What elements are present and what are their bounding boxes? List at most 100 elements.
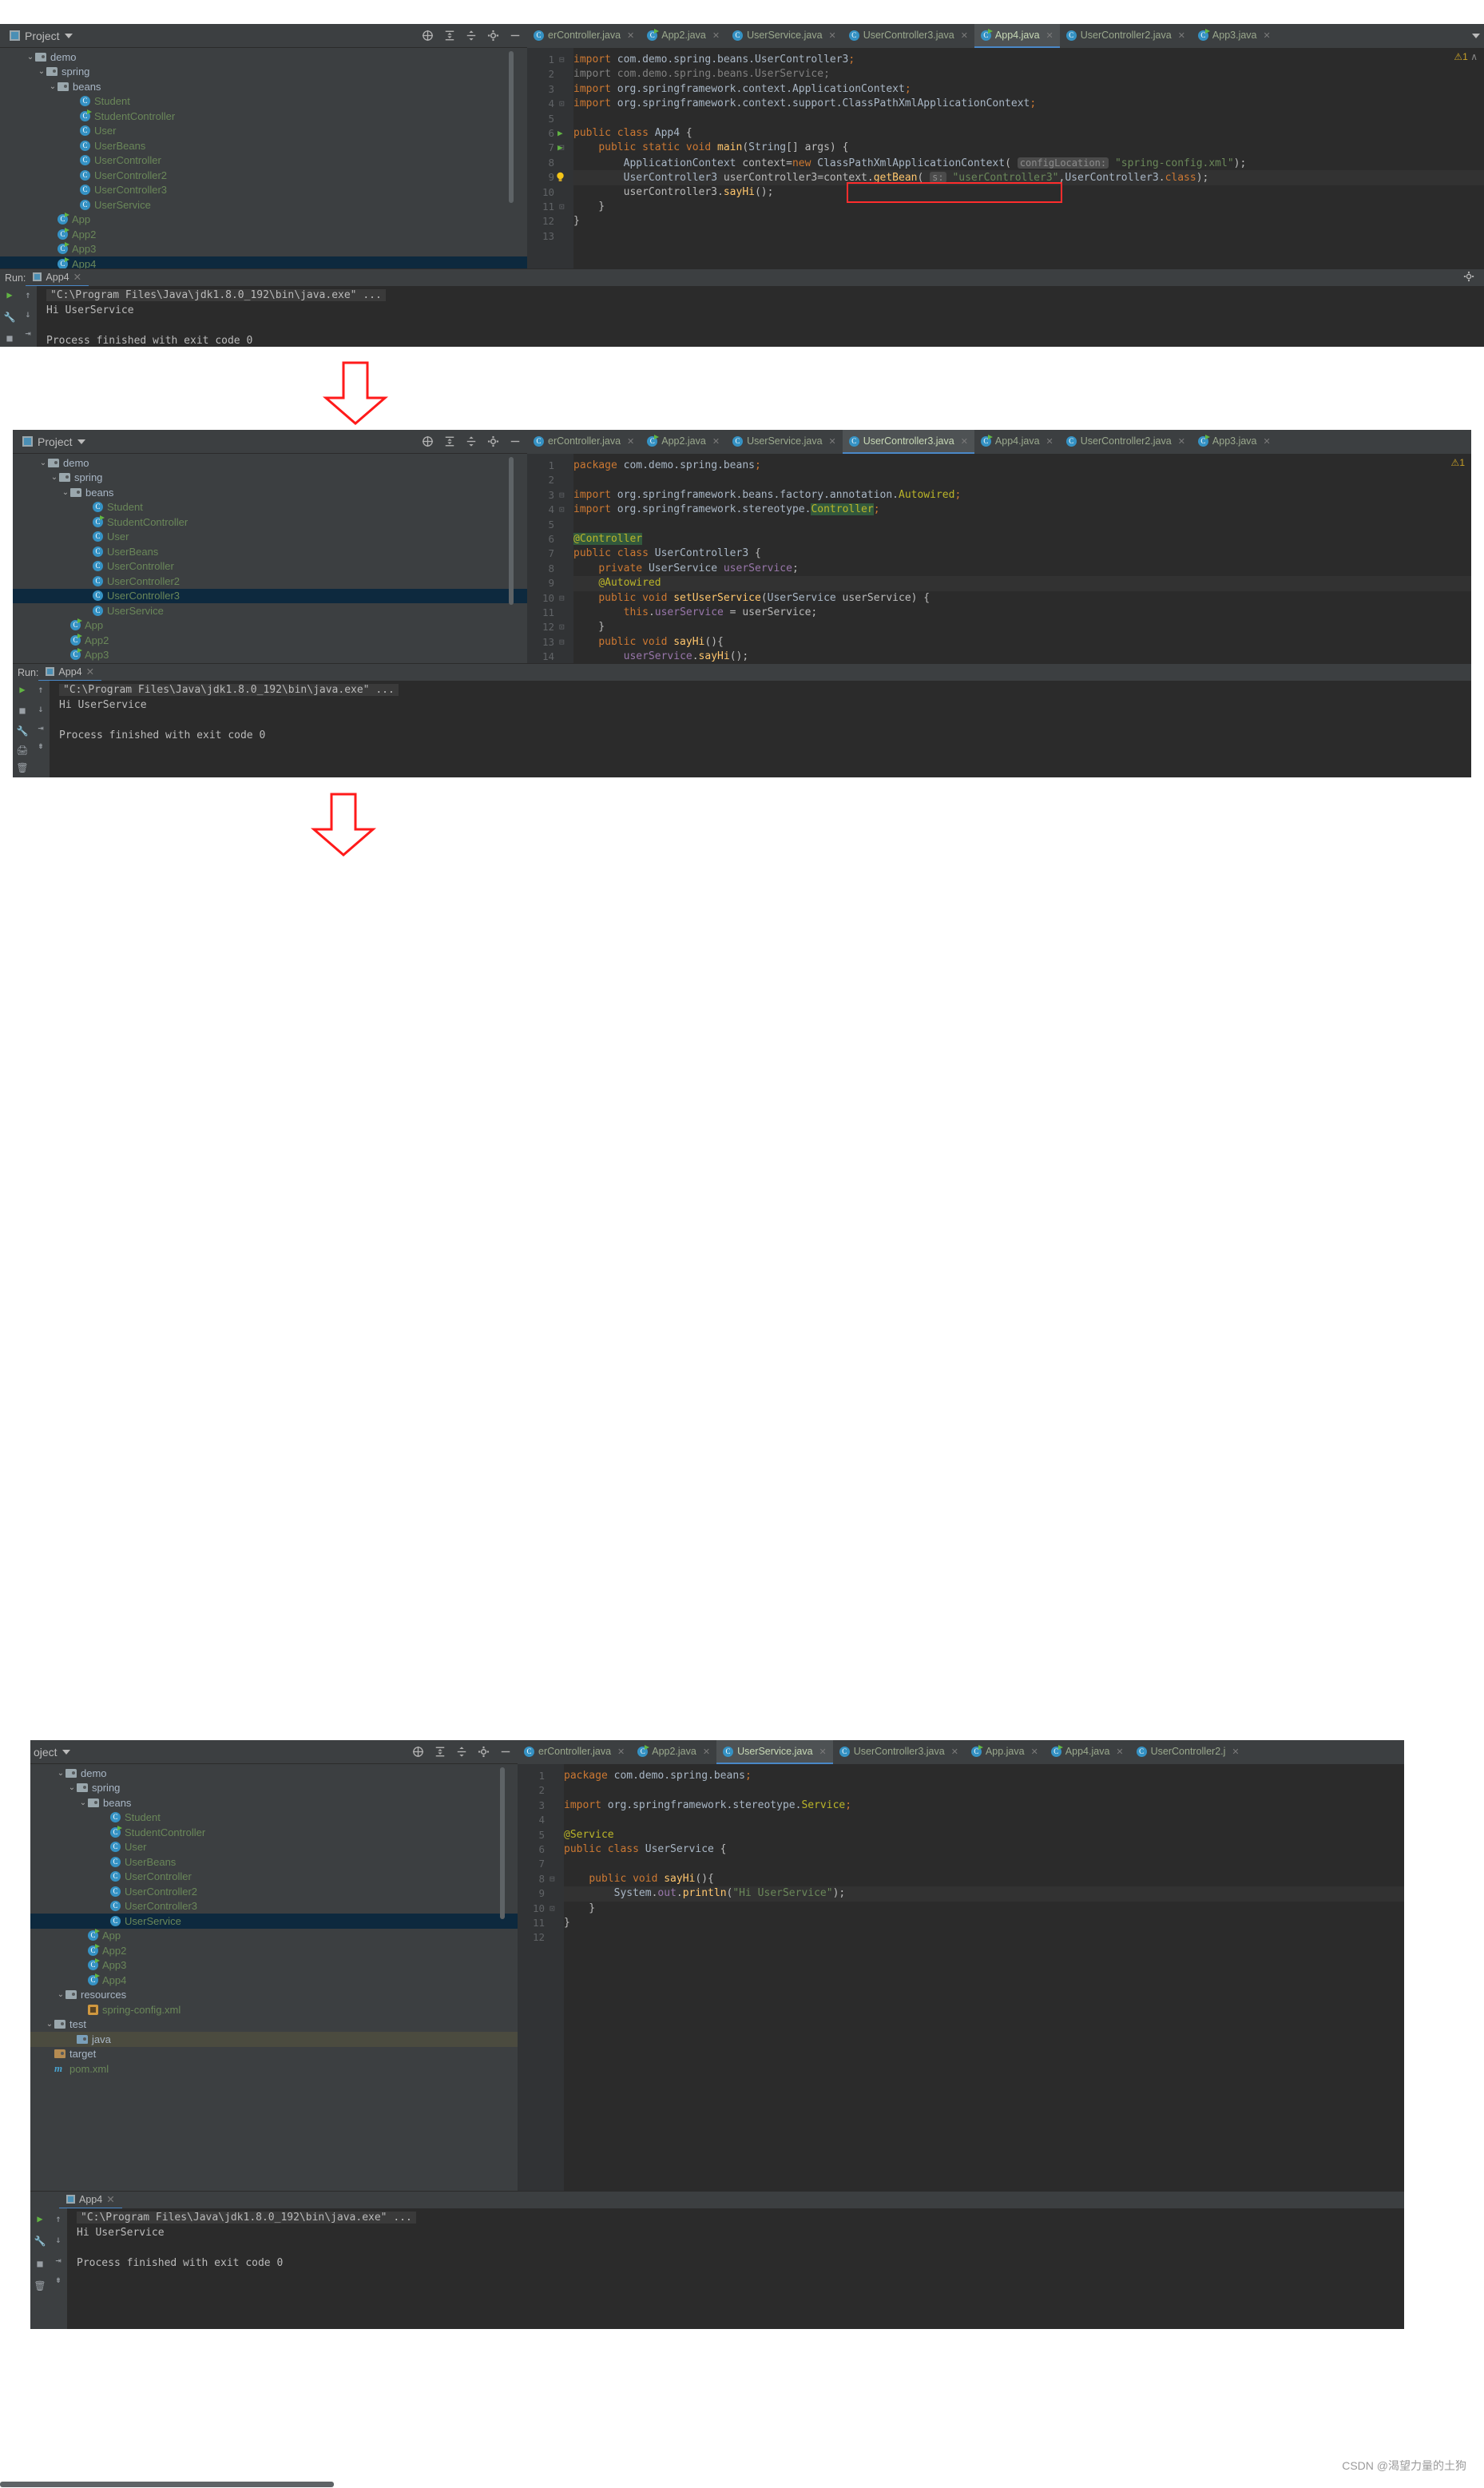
gear-icon[interactable]: [1463, 271, 1484, 284]
scroll-to-end-icon[interactable]: ⇟: [32, 740, 50, 751]
close-icon[interactable]: ✕: [86, 666, 94, 678]
code-line[interactable]: 13 ⊟ public void sayHi(){: [542, 635, 1471, 650]
chevron-icon[interactable]: ⌄: [61, 488, 70, 497]
code-lines-2[interactable]: 1 package com.demo.spring.beans; 2 3 ⊟ import…: [542, 454, 1471, 663]
close-icon[interactable]: ✕: [1178, 30, 1185, 41]
stop-icon[interactable]: ■: [30, 2258, 50, 2269]
code-line[interactable]: 9 UserController3 userController3=contex…: [548, 170, 1484, 185]
trash-icon[interactable]: 🗑: [30, 2280, 50, 2291]
tree-scrollbar-2[interactable]: [509, 457, 514, 605]
run-console-3[interactable]: ▶ 🔧 ■ 🗑 ↑ ↓ ⇥ ⇟ "C:\Program Files\Java\j…: [30, 2208, 1404, 2329]
code-line[interactable]: 10 ⊟ public void setUserService(UserServi…: [542, 591, 1471, 606]
chevron-icon[interactable]: ⌄: [48, 82, 58, 91]
close-icon[interactable]: ✕: [703, 1747, 710, 1757]
tree-item-user[interactable]: ›CUser: [30, 1840, 518, 1855]
tree-item-pom-xml[interactable]: ›mpom.xml: [30, 2061, 518, 2077]
run-tab-1[interactable]: App4 ✕: [26, 269, 89, 287]
tree-item-app2[interactable]: ›CApp2: [30, 1943, 518, 1958]
editor-tab-userservice-java[interactable]: C UserService.java ✕: [716, 1740, 833, 1764]
expand-all-icon[interactable]: [444, 30, 455, 42]
tree-item-spring[interactable]: ⌄ spring: [13, 471, 527, 486]
code-line[interactable]: 5 @Service: [538, 1828, 1404, 1842]
project-tree-3[interactable]: ⌄demo⌄spring⌄beans›CStudent›CStudentCont…: [30, 1764, 518, 2191]
code-line[interactable]: 2 import com.demo.spring.beans.UserServic…: [548, 67, 1484, 81]
editor-tab-app4-java[interactable]: C App4.java ✕: [974, 24, 1060, 48]
tree-item-app[interactable]: ›CApp: [30, 1929, 518, 1944]
fold-end-icon[interactable]: ⊡: [559, 503, 565, 517]
code-line[interactable]: 4 ⊡ import org.springframework.context.sup…: [548, 97, 1484, 111]
page-horizontal-scrollbar[interactable]: [0, 2482, 334, 2487]
scroll-to-end-icon[interactable]: ⇟: [50, 2274, 67, 2285]
tree-item-app3[interactable]: ›CApp3: [0, 242, 527, 257]
tree-item-beans[interactable]: ⌄ beans: [30, 1795, 518, 1810]
tree-item-spring[interactable]: ⌄ spring: [0, 65, 527, 80]
run-gutter-icon[interactable]: ▶: [557, 141, 563, 155]
project-panel-title-1[interactable]: Project: [0, 30, 73, 42]
gear-icon[interactable]: [487, 435, 499, 447]
chevron-icon[interactable]: ⌄: [50, 473, 59, 482]
code-lines-1[interactable]: 1 ⊟ import com.demo.spring.beans.UserContr…: [542, 48, 1484, 268]
code-line[interactable]: 9 System.out.println("Hi UserService");: [538, 1886, 1404, 1902]
code-line[interactable]: 4 ⊡ import org.springframework.stereotype.…: [548, 503, 1471, 517]
chevron-icon[interactable]: ⌄: [67, 1783, 77, 1792]
chevron-icon[interactable]: ⌄: [26, 53, 35, 62]
editor-tab-usercontroller3-java[interactable]: C UserController3.java ✕: [842, 430, 974, 454]
code-line[interactable]: 9 @Autowired: [548, 576, 1471, 591]
chevron-down-icon[interactable]: [62, 1749, 70, 1755]
close-icon[interactable]: ✕: [106, 2193, 114, 2205]
print-icon[interactable]: 🖨: [13, 745, 32, 756]
code-line[interactable]: 8 ⊟ public void sayHi(){: [538, 1872, 1404, 1886]
tree-item-usercontroller2[interactable]: ›CUserController2: [0, 168, 527, 183]
tree-item-usercontroller3[interactable]: ›CUserController3: [30, 1899, 518, 1914]
soft-wrap-icon[interactable]: ⇥: [50, 2255, 67, 2266]
code-line[interactable]: 3 import org.springframework.context.Appl…: [548, 82, 1484, 97]
tabs-overflow-chevron-icon[interactable]: [1468, 24, 1484, 48]
code-line[interactable]: 7 ⊟ ▶ public static void main(String[] arg…: [548, 141, 1484, 155]
fold-start-icon[interactable]: ⊟: [559, 488, 565, 503]
editor-tab-app3-java[interactable]: C App3.java ✕: [1192, 24, 1277, 48]
tree-item-student[interactable]: ›CStudent: [0, 94, 527, 109]
run-tab-2[interactable]: App4 ✕: [38, 664, 102, 682]
editor-tab-userservice-java[interactable]: C UserService.java ✕: [726, 430, 843, 454]
rerun-icon[interactable]: 🔧: [13, 725, 32, 737]
editor-tabs-3[interactable]: CerController.java ✕ C App2.java ✕ C UserServi…: [518, 1740, 1404, 1764]
tree-item-studentcontroller[interactable]: ›CStudentController: [30, 1825, 518, 1840]
editor-tab-app2-java[interactable]: C App2.java ✕: [641, 430, 726, 454]
code-line[interactable]: 7: [538, 1857, 1404, 1871]
editor-tab-usercontroller2-java[interactable]: C UserController2.java ✕: [1060, 430, 1192, 454]
close-icon[interactable]: ✕: [961, 30, 968, 41]
tree-item-test[interactable]: ⌄ test: [30, 2017, 518, 2033]
minimize-icon[interactable]: [510, 435, 521, 447]
code-line[interactable]: 6 @Controller: [548, 532, 1471, 546]
tree-item-user[interactable]: ›CUser: [0, 124, 527, 139]
arrow-down-icon[interactable]: ↓: [19, 308, 37, 320]
run-actions-toolbar-2[interactable]: ▶ ■ 🔧 🖨 🗑: [13, 681, 32, 777]
close-icon[interactable]: ✕: [1264, 30, 1271, 41]
gear-icon[interactable]: [478, 1746, 490, 1758]
close-icon[interactable]: ✕: [1046, 436, 1053, 447]
tree-item-app[interactable]: ›CApp: [13, 618, 527, 634]
editor-tabs-2[interactable]: CerController.java ✕ C App2.java ✕ C UserServi…: [527, 430, 1471, 454]
console-actions-toolbar-1[interactable]: ↑ ↓ ⇥ ⇟: [19, 286, 37, 347]
chevron-icon[interactable]: ⌄: [56, 1769, 65, 1778]
tree-item-app4[interactable]: ›CApp4: [0, 256, 527, 268]
code-line[interactable]: 13: [542, 229, 1484, 244]
expand-all-icon[interactable]: [434, 1746, 446, 1758]
arrow-down-icon[interactable]: ↓: [50, 2234, 67, 2245]
stop-icon[interactable]: ■: [13, 705, 32, 716]
chevron-icon[interactable]: ⌄: [45, 2020, 54, 2029]
code-line[interactable]: 1 package com.demo.spring.beans;: [548, 459, 1471, 473]
tree-item-student[interactable]: ›CStudent: [30, 1810, 518, 1826]
editor-tab-userservice-java[interactable]: C UserService.java ✕: [726, 24, 843, 48]
tree-item-userservice[interactable]: ›CUserService: [13, 603, 527, 618]
chevron-icon[interactable]: ⌄: [37, 67, 46, 76]
tree-item-app[interactable]: ›CApp: [0, 213, 527, 228]
editor-tab-ercontroller-java[interactable]: CerController.java ✕: [518, 1740, 631, 1764]
tree-item-usercontroller3[interactable]: ›CUserController3: [0, 183, 527, 198]
code-line[interactable]: 7 public class UserController3 {: [548, 546, 1471, 561]
code-line[interactable]: 2: [538, 1783, 1404, 1798]
code-line[interactable]: 10 ⊡ }: [533, 1902, 1404, 1916]
editor-tab-app4-java[interactable]: C App4.java ✕: [1045, 1740, 1130, 1764]
trash-icon[interactable]: 🗑: [13, 762, 32, 773]
code-line[interactable]: 5: [548, 518, 1471, 532]
